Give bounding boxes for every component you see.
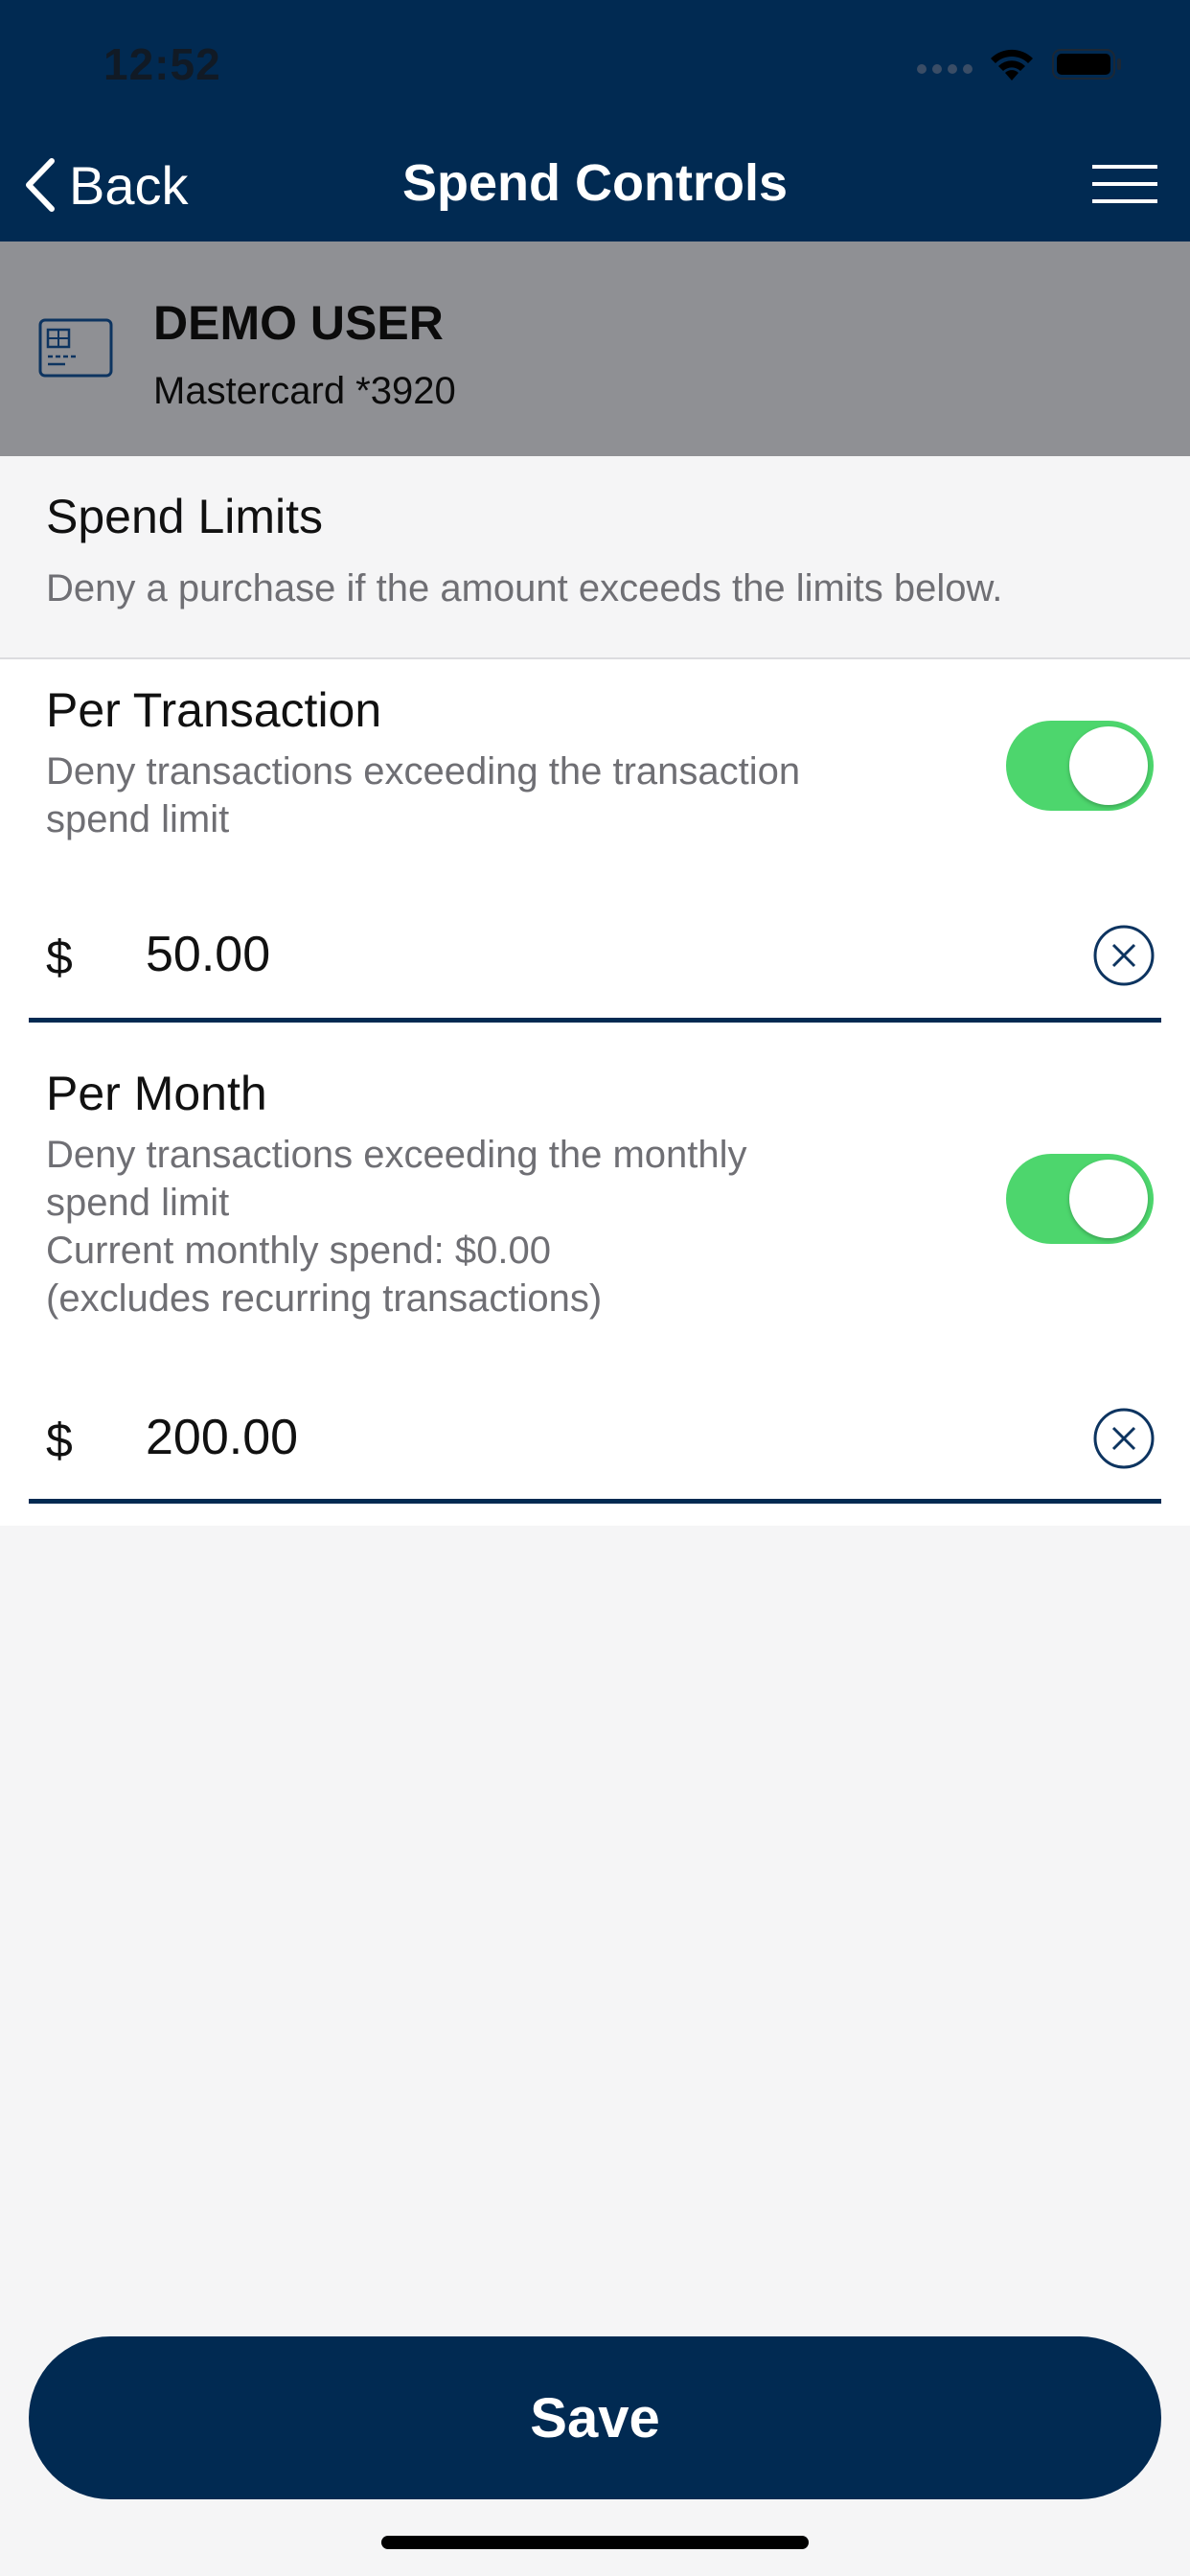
section-description: Deny a purchase if the amount exceeds th… [46,567,1003,610]
toggle-knob [1069,726,1148,805]
per-transaction-input-underline [29,1018,1161,1023]
hamburger-menu-icon[interactable] [1090,163,1159,205]
save-button[interactable]: Save [29,2336,1161,2499]
per-month-toggle[interactable] [1006,1154,1154,1244]
cellular-signal-icon [917,64,973,74]
section-title: Spend Limits [46,490,324,543]
per-month-input-underline [29,1499,1161,1504]
card-number: Mastercard *3920 [153,370,456,412]
per-transaction-description: Deny transactions exceeding the transact… [46,750,801,840]
battery-icon [1052,49,1121,80]
per-transaction-currency: $ [46,931,73,984]
recurring-note: (excludes recurring transactions) [46,1277,603,1320]
per-transaction-amount-input[interactable] [146,926,1008,983]
credit-card-icon [38,318,113,378]
wifi-icon [991,49,1033,80]
per-month-title: Per Month [46,1067,267,1120]
per-month-description: Deny transactions exceeding the monthly … [46,1134,747,1224]
page-title: Spend Controls [402,154,788,212]
current-monthly-spend: Current monthly spend: $0.00 [46,1230,551,1272]
home-indicator [381,2536,809,2549]
toggle-knob [1069,1160,1148,1238]
clear-icon[interactable] [1092,1407,1156,1470]
per-month-amount-input[interactable] [146,1409,1008,1466]
per-transaction-title: Per Transaction [46,683,382,737]
cardholder-name: DEMO USER [153,296,444,350]
status-time: 12:52 [103,39,221,89]
clear-icon[interactable] [1092,924,1156,987]
per-month-currency: $ [46,1414,73,1467]
per-transaction-toggle[interactable] [1006,721,1154,811]
